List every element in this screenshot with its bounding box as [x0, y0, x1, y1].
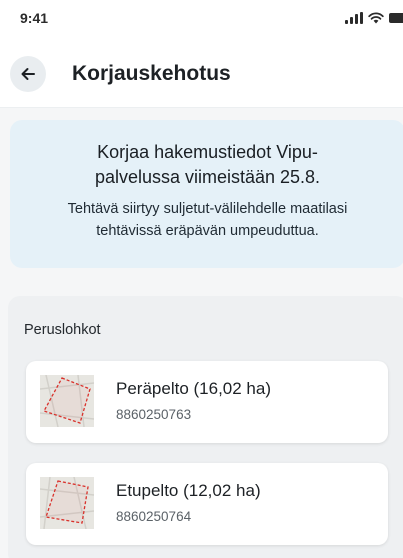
parcel-id: 8860250763 [116, 407, 192, 422]
notice-banner: Korjaa hakemustiedot Vipu-palvelussa vii… [10, 120, 403, 268]
status-icons [345, 12, 403, 24]
parcel-map-icon [40, 477, 94, 529]
back-arrow-icon [21, 68, 35, 80]
battery-icon [389, 13, 403, 23]
section-title: Peruslohkot [24, 322, 101, 338]
parcel-card[interactable]: Etupelto (12,02 ha) 8860250764 [26, 463, 388, 545]
page-title: Korjauskehotus [72, 62, 231, 85]
notice-text: Tehtävä siirtyy suljetut-välilehdelle ma… [67, 201, 348, 239]
signal-icon [345, 12, 363, 24]
notice-title: Korjaa hakemustiedot Vipu-palvelussa vii… [94, 142, 321, 187]
app-header: Korjauskehotus [0, 40, 403, 108]
parcel-id: 8860250764 [116, 509, 192, 524]
status-bar: 9:41 [0, 0, 403, 40]
parcel-map-icon [40, 375, 94, 427]
parcel-name: Peräpelto (16,02 ha) [116, 379, 271, 398]
parcel-name: Etupelto (12,02 ha) [116, 481, 261, 500]
main-content: Korjaa hakemustiedot Vipu-palvelussa vii… [0, 108, 403, 558]
status-time: 9:41 [20, 10, 49, 26]
wifi-icon [368, 12, 384, 24]
back-button[interactable] [10, 56, 46, 92]
parcels-section: Peruslohkot Peräpelto (16,02 ha) 8860250… [8, 296, 403, 558]
parcel-card[interactable]: Peräpelto (16,02 ha) 8860250763 [26, 361, 388, 443]
